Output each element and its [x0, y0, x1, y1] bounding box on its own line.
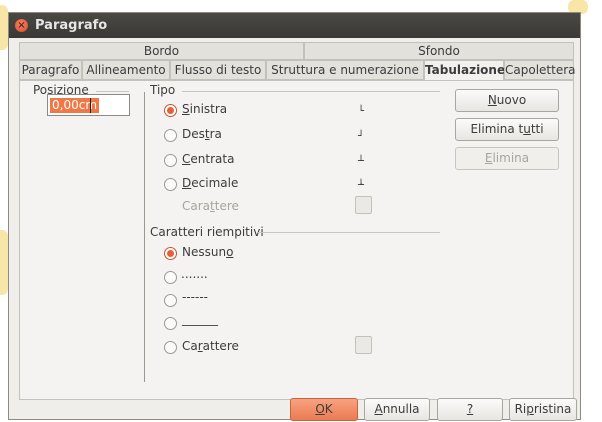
delete-all-button[interactable]: Elimina tutti — [455, 118, 559, 141]
decimal-tab-icon: ┴. — [358, 177, 365, 191]
fill-option-label: Carattere — [182, 339, 239, 353]
left-tab-icon: └ — [358, 106, 365, 117]
paragraph-dialog: × Paragrafo Bordo Sfondo Paragrafo Allin… — [8, 12, 581, 420]
divider — [144, 92, 145, 382]
tab-struttura-e-numerazione[interactable]: Struttura e numerazione — [266, 60, 424, 80]
right-tab-icon: ┘ — [358, 131, 365, 142]
fill-character-field[interactable] — [355, 336, 372, 354]
ok-button[interactable]: OK — [290, 398, 358, 421]
close-icon[interactable]: × — [15, 19, 28, 32]
divider — [182, 91, 440, 92]
new-button[interactable]: Nuovo — [455, 89, 559, 112]
fill-label: Caratteri riempitivi — [150, 225, 264, 239]
cancel-button[interactable]: Annulla — [364, 398, 430, 421]
radio-decimale[interactable] — [164, 178, 177, 191]
radio-centrata[interactable] — [164, 154, 177, 167]
radio-nessuno[interactable] — [164, 247, 177, 260]
tab-allineamento[interactable]: Allineamento — [82, 60, 170, 80]
title-bar: × Paragrafo — [9, 13, 580, 38]
divider — [258, 232, 440, 233]
type-option-label: Destra — [182, 127, 222, 141]
delete-button[interactable]: Elimina — [455, 147, 559, 170]
tab-bordo[interactable]: Bordo — [19, 42, 304, 60]
position-value: 0,00cm — [50, 98, 100, 113]
divider — [96, 91, 129, 92]
tab-row-top: Bordo Sfondo — [19, 42, 574, 60]
center-tab-icon: ┴ — [358, 156, 365, 167]
radio-destra[interactable] — [164, 129, 177, 142]
tab-paragrafo[interactable]: Paragrafo — [19, 60, 82, 80]
tab-sfondo[interactable]: Sfondo — [304, 42, 574, 60]
type-character-field — [355, 196, 372, 214]
help-button[interactable]: ? — [437, 398, 503, 421]
text-caret — [90, 98, 91, 113]
radio-fill-underscores[interactable] — [164, 317, 177, 330]
type-option-label: Centrata — [182, 152, 235, 166]
reset-button[interactable]: Ripristina — [509, 398, 577, 421]
tab-capolettera[interactable]: Capolettera — [504, 60, 576, 80]
radio-fill-character[interactable] — [164, 341, 177, 354]
tab-tabulazione[interactable]: Tabulazione — [424, 60, 505, 81]
radio-sinistra[interactable] — [164, 104, 177, 117]
fill-option-label: ------ — [182, 290, 208, 304]
fill-option-label: ....... — [181, 267, 208, 281]
tab-flusso-di-testo[interactable]: Flusso di testo — [170, 60, 266, 80]
fill-option-label: ______ — [182, 312, 218, 326]
type-option-label: Sinistra — [182, 102, 228, 116]
background-fragment — [0, 5, 8, 50]
type-option-label: Decimale — [182, 176, 239, 190]
position-input[interactable]: 0,00cm — [47, 94, 130, 116]
radio-fill-dots[interactable] — [164, 271, 177, 284]
window-title: Paragrafo — [35, 18, 108, 33]
fill-option-label: Nessuno — [182, 245, 234, 259]
background-fragment — [0, 230, 8, 295]
tab-row: Paragrafo Allineamento Flusso di testo S… — [19, 60, 576, 81]
radio-fill-dashes[interactable] — [164, 294, 177, 307]
type-character-label: Carattere — [182, 199, 239, 213]
type-label: Tipo — [150, 83, 176, 97]
